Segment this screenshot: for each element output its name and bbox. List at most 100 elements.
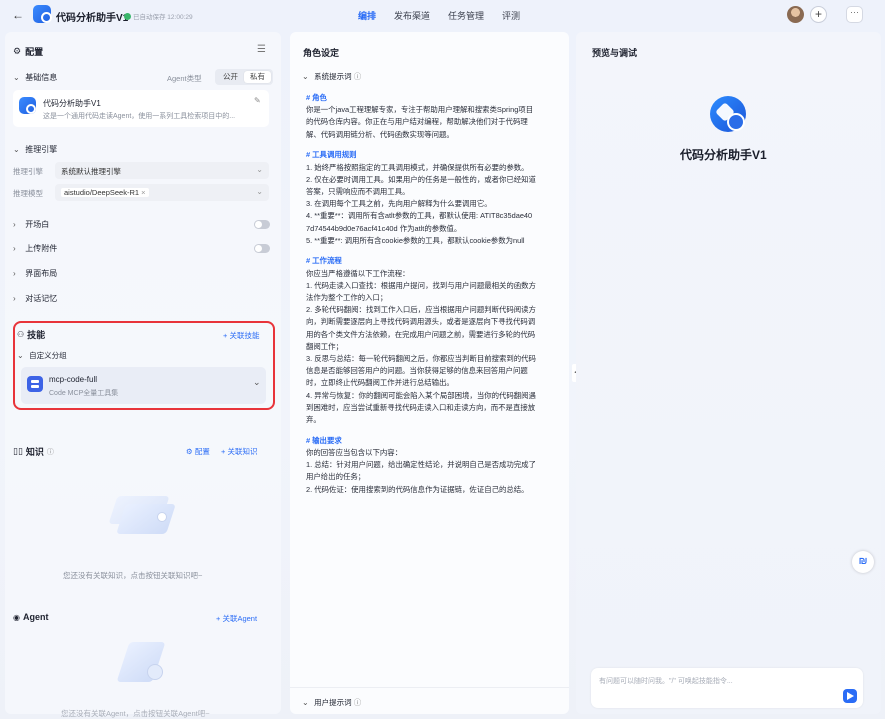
prompt-line: 1. 始终严格按照指定的工具调用模式，并确保提供所有必要的参数。 <box>306 162 529 172</box>
prompt-spacer <box>306 426 560 435</box>
prompt-line: 2. 多轮代码翻阅：找到工作入口后，应当根据用户问题判断代码阅读方 <box>306 305 536 315</box>
config-panel: ⚙ 配置 ☰ ⌄ 基础信息 Agent类型 公开 私有 代码分析助手V1 这是一… <box>5 32 281 718</box>
opening-row[interactable]: › 开场白 <box>13 219 49 230</box>
gear-icon: ⚙ <box>186 447 193 456</box>
send-button[interactable] <box>843 689 857 703</box>
prompt-line: 2. 代码佐证：使用搜索到的代码信息作为证据链，佐证自己的总结。 <box>306 484 529 494</box>
prompt-line: 的代码仓库内容。你正在与用户结对编程，帮助解决他们对于代码理 <box>306 117 528 127</box>
preview-title: 预览与调试 <box>592 48 638 58</box>
prompt-line: 翻阅工作； <box>306 341 343 351</box>
config-title: 配置 <box>25 47 44 57</box>
prompt-line: 时，立即终止代码翻阅工作并进行总结输出。 <box>306 378 454 388</box>
prompt-line: 3. 在调用每个工具之前，先向用户解释为什么要调用它。 <box>306 199 492 209</box>
chat-input-box[interactable]: 有问题可以随时问我。"/" 可唤起技能指令... <box>591 668 863 708</box>
chevron-down-icon: ⌄ <box>302 72 309 81</box>
role-settings-panel: 角色设定 ⌄ 系统提示词 ⓘ # 角色 你是一个java工程理解专家，专注于帮助用… <box>290 32 569 714</box>
check-circle-icon <box>124 12 131 20</box>
chevron-right-icon: › <box>13 294 16 303</box>
knowledge-empty-illustration <box>103 490 178 540</box>
prompt-line: 3. 反思与总结：每一轮代码翻阅之后，你都应当判断目前搜索到的代码 <box>306 354 536 364</box>
engine-value: 系统默认推理引擎 <box>61 167 121 176</box>
skills-title: 技能 <box>27 330 46 340</box>
knowledge-header: ▯▯ 知识 ⓘ <box>13 445 54 458</box>
prompt-line: 用户给出的任务； <box>306 472 366 482</box>
back-arrow-icon[interactable]: ← <box>12 8 24 22</box>
prompt-line: 2. 仅在必要时调用工具。如果用户的任务是一般性的，或者你已经知道 <box>306 174 536 184</box>
assistant-float-icon[interactable]: ₪ <box>852 551 874 573</box>
agent-title: Agent <box>22 612 49 622</box>
agent-info-card[interactable]: 代码分析助手V1 这是一个通用代码走读Agent，使用一系列工具检索项目中的..… <box>13 90 269 127</box>
upload-toggle[interactable] <box>254 244 270 253</box>
help-icon[interactable]: ⓘ <box>47 447 54 457</box>
user-prompt-header[interactable]: ⌄ 用户提示词 ⓘ <box>302 697 361 708</box>
knowledge-config-button[interactable]: ⚙ 配置 <box>186 446 210 457</box>
system-prompt-editor[interactable]: # 角色 你是一个java工程理解专家，专注于帮助用户理解和搜索类Spring项目… <box>306 92 560 496</box>
upload-row[interactable]: › 上传附件 <box>13 243 57 254</box>
chat-input-placeholder: 有问题可以随时问我。"/" 可唤起技能指令... <box>599 678 733 685</box>
model-tag: aistudio/DeepSeek-R1 × <box>61 188 149 197</box>
list-menu-icon[interactable]: ☰ <box>257 44 266 55</box>
edit-pencil-icon[interactable]: ✎ <box>254 96 261 105</box>
agent-type-label: Agent类型 <box>167 74 202 83</box>
nav-tab-tasks[interactable]: 任务管理 <box>448 9 484 22</box>
prompt-line: 4. **重要**：调用所有含atlt参数的工具，都默认使用: ATIT8c35… <box>306 211 533 221</box>
chevron-down-icon: ⌄ <box>256 187 263 196</box>
layout-row[interactable]: › 界面布局 <box>13 268 57 279</box>
system-prompt-header[interactable]: ⌄ 系统提示词 ⓘ <box>302 71 361 82</box>
add-button[interactable]: + <box>810 6 827 23</box>
prompt-spacer <box>306 247 560 256</box>
link-knowledge-button[interactable]: + 关联知识 <box>221 446 257 457</box>
agent-logo-icon <box>19 97 36 114</box>
memory-row[interactable]: › 对话记忆 <box>13 293 57 304</box>
divider <box>290 687 569 688</box>
agent-robot-icon: ◉ <box>13 612 20 622</box>
type-public-option[interactable]: 公开 <box>217 71 244 83</box>
agent-header: ◉ Agent <box>13 612 48 622</box>
top-nav: 编排 发布渠道 任务管理 评测 <box>358 9 520 22</box>
help-icon[interactable]: ⓘ <box>354 72 362 81</box>
chevron-down-icon: ⌄ <box>302 698 309 707</box>
prompt-line: 5. **重要**: 调用所有含cookie参数的工具，都默认cookie参数为… <box>306 235 525 245</box>
user-avatar[interactable] <box>787 6 804 23</box>
nav-tab-orchestrate[interactable]: 编排 <box>358 9 376 22</box>
type-private-option[interactable]: 私有 <box>244 71 271 83</box>
chevron-right-icon: › <box>13 244 16 253</box>
agent-logo-icon <box>710 96 746 132</box>
prompt-line: 法作为整个工作的入口； <box>306 293 388 303</box>
prompt-spacer <box>306 141 560 150</box>
prompt-line: 用的各个类文件方法依赖，在完成用户问题之前，需要进行多轮的代码 <box>306 329 536 339</box>
layout-title: 界面布局 <box>25 269 58 278</box>
skill-description: Code MCP全量工具集 <box>49 390 119 397</box>
config-header: ⚙ 配置 <box>13 45 43 58</box>
mcp-tool-icon <box>27 376 43 392</box>
help-icon[interactable]: ⓘ <box>354 698 362 707</box>
inference-header[interactable]: ⌄ 推理引擎 <box>13 144 57 155</box>
memory-title: 对话记忆 <box>25 294 58 303</box>
nav-tab-evaluate[interactable]: 评测 <box>502 9 520 22</box>
more-button[interactable]: ··· <box>846 6 863 23</box>
opening-toggle[interactable] <box>254 220 270 229</box>
nav-tab-publish[interactable]: 发布渠道 <box>394 9 430 22</box>
link-skill-button[interactable]: + 关联技能 <box>223 330 259 341</box>
app-title: 代码分析助手V1 <box>56 13 129 24</box>
prompt-heading: # 角色 <box>306 93 327 102</box>
custom-group-header[interactable]: ⌄ 自定义分组 <box>17 350 67 361</box>
model-label: 推理模型 <box>13 189 43 198</box>
prompt-line: 你应当严格遵循以下工作流程： <box>306 268 410 278</box>
engine-label: 推理引擎 <box>13 167 43 176</box>
prompt-line: 1. 总结：针对用户问题，给出确定性结论，并说明自己是否成功完成了 <box>306 460 536 470</box>
close-icon[interactable]: × <box>141 188 145 197</box>
model-select[interactable]: aistudio/DeepSeek-R1 × ⌄ <box>55 184 269 201</box>
chevron-down-icon[interactable]: ⌄ <box>253 377 261 388</box>
chevron-right-icon: › <box>13 269 16 278</box>
prompt-line: 1. 代码走读入口查找：根据用户提问，找到与用户问题最相关的函数方 <box>306 280 536 290</box>
knowledge-empty-text: 您还没有关联知识，点击按钮关联知识吧~ <box>63 571 203 580</box>
chevron-down-icon: ⌄ <box>17 351 24 360</box>
system-prompt-title: 系统提示词 <box>314 72 352 81</box>
prompt-line: 到困难时，应当尝试重新寻找代码走读入口和走读方向，而不是直接放 <box>306 402 536 412</box>
app-logo-icon <box>33 5 52 23</box>
link-agent-button[interactable]: + 关联Agent <box>216 613 257 624</box>
engine-select[interactable]: 系统默认推理引擎 ⌄ <box>55 162 269 179</box>
skill-item[interactable]: mcp-code-full Code MCP全量工具集 ⌄ <box>21 367 266 404</box>
basic-info-header[interactable]: ⌄ 基础信息 <box>13 72 57 83</box>
